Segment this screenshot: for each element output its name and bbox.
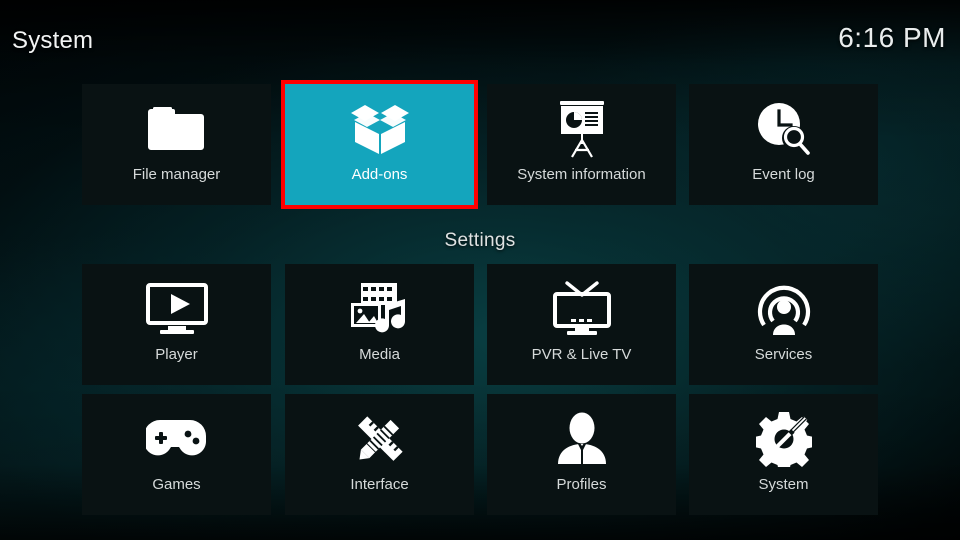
- kodi-system-screen: System 6:16 PM File manager Add-ons Syst…: [0, 0, 960, 540]
- tile-label: PVR & Live TV: [531, 346, 632, 363]
- tile-label: Player: [155, 346, 198, 363]
- tile-event-log[interactable]: Event log: [689, 84, 878, 205]
- presentation-chart-icon: [549, 97, 615, 161]
- top-bar: System 6:16 PM: [0, 0, 960, 70]
- tile-media[interactable]: Media: [285, 264, 474, 385]
- tile-games[interactable]: Games: [82, 394, 271, 515]
- folder-icon: [144, 97, 210, 161]
- monitor-play-icon: [144, 277, 210, 341]
- tile-profiles[interactable]: Profiles: [487, 394, 676, 515]
- tile-system[interactable]: System: [689, 394, 878, 515]
- tile-player[interactable]: Player: [82, 264, 271, 385]
- tile-label: Interface: [350, 476, 409, 493]
- person-icon: [549, 407, 615, 471]
- tile-label: System: [758, 476, 809, 493]
- tile-system-information[interactable]: System information: [487, 84, 676, 205]
- tile-label: Media: [359, 346, 400, 363]
- tile-label: Add-ons: [351, 166, 408, 183]
- tile-label: Profiles: [556, 476, 607, 493]
- tile-interface[interactable]: Interface: [285, 394, 474, 515]
- clock-search-icon: [751, 97, 817, 161]
- page-title: System: [12, 27, 94, 54]
- tile-label: Services: [754, 346, 813, 363]
- tile-file-manager[interactable]: File manager: [82, 84, 271, 205]
- person-broadcast-icon: [751, 277, 817, 341]
- tile-services[interactable]: Services: [689, 264, 878, 385]
- pencil-ruler-icon: [347, 407, 413, 471]
- tile-pvr-live-tv[interactable]: PVR & Live TV: [487, 264, 676, 385]
- tile-label: File manager: [132, 166, 221, 183]
- clock: 6:16 PM: [838, 22, 946, 53]
- gamepad-icon: [144, 407, 210, 471]
- tile-label: Event log: [752, 166, 815, 183]
- film-picture-music-icon: [347, 277, 413, 341]
- tile-label: Games: [152, 476, 201, 493]
- settings-section-label: Settings: [444, 230, 516, 251]
- tile-label: System information: [517, 166, 646, 183]
- gear-screwdriver-icon: [751, 407, 817, 471]
- tv-antenna-icon: [549, 277, 615, 341]
- tile-add-ons[interactable]: Add-ons: [281, 80, 478, 209]
- open-box-icon: [347, 97, 413, 161]
